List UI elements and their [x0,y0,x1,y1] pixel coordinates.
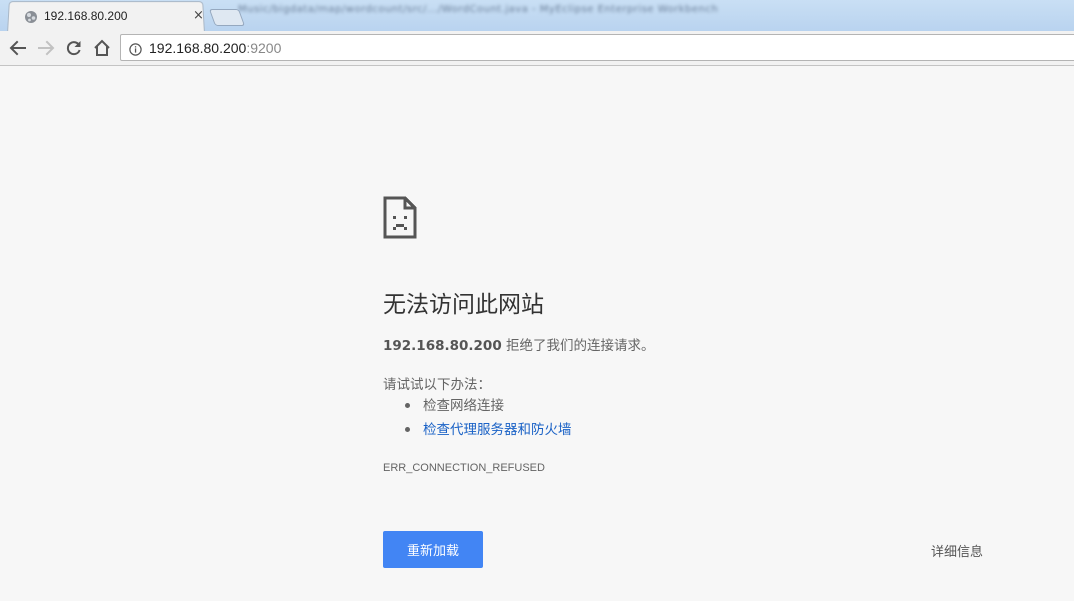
bullet-icon [405,427,410,432]
suggestion-item: 检查网络连接 [405,396,572,420]
address-bar[interactable]: 192.168.80.200:9200 [120,34,1074,61]
browser-tab-content[interactable]: 192.168.80.200 × [12,2,208,30]
bullet-icon [405,403,410,408]
error-heading: 无法访问此网站 [383,292,544,318]
sad-document-icon [383,196,417,239]
suggestion-check-network: 检查网络连接 [423,398,504,414]
new-tab-button[interactable] [208,9,246,26]
error-summary-text: 拒绝了我们的连接请求。 [501,338,655,354]
suggestion-check-proxy-link[interactable]: 检查代理服务器和防火墙 [423,422,572,438]
details-button[interactable]: 详细信息 [920,540,994,560]
error-summary: 192.168.80.200 拒绝了我们的连接请求。 [383,334,655,354]
suggestions-title: 请试试以下办法： [383,377,491,393]
address-text[interactable]: 192.168.80.200:9200 [149,40,281,56]
back-arrow-icon[interactable] [7,37,29,59]
address-port: :9200 [246,40,282,56]
home-icon[interactable] [91,37,113,59]
forward-arrow-icon[interactable] [35,37,57,59]
reload-icon[interactable] [63,37,85,59]
background-window-title: Music/bigdata/map/wordcount/src/.../Word… [238,4,719,15]
globe-icon [24,9,38,23]
browser-toolbar: 192.168.80.200:9200 [0,31,1074,66]
reload-button[interactable]: 重新加载 [383,531,483,568]
error-summary-host: 192.168.80.200 [383,338,502,354]
suggestions-list: 检查网络连接 检查代理服务器和防火墙 [405,396,572,444]
suggestion-item: 检查代理服务器和防火墙 [405,420,572,444]
error-code: ERR_CONNECTION_REFUSED [383,462,545,474]
tab-title: 192.168.80.200 [44,9,128,23]
info-icon[interactable] [129,41,142,56]
window-titlebar: Music/bigdata/map/wordcount/src/.../Word… [0,0,1074,31]
address-host: 192.168.80.200 [149,40,247,56]
tab-close-icon[interactable]: × [193,8,204,24]
